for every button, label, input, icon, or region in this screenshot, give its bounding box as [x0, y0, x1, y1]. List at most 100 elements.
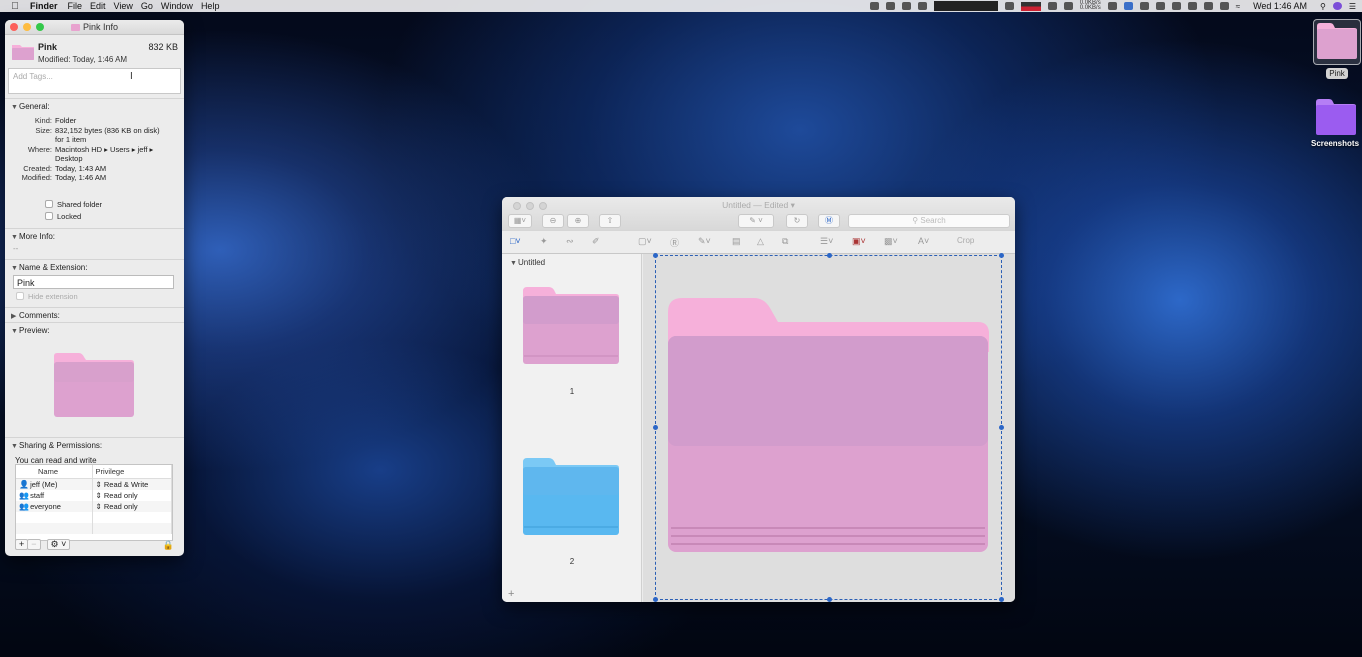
lock-icon[interactable]: 🔒: [163, 540, 174, 551]
disclosure-triangle-icon[interactable]: ▼: [11, 328, 19, 335]
sharing-header[interactable]: ▼Sharing & Permissions:: [11, 441, 176, 450]
menu-view[interactable]: View: [114, 1, 141, 11]
status-app-icon[interactable]: [1139, 2, 1149, 10]
status-app-icon[interactable]: [1047, 2, 1057, 10]
privilege-popup[interactable]: Read only: [104, 502, 138, 511]
disclosure-triangle-icon[interactable]: ▼: [11, 443, 19, 450]
sidebar-header[interactable]: ▼Untitled: [510, 258, 545, 267]
status-app-icon[interactable]: [917, 2, 927, 10]
sign-icon[interactable]: ✎˅: [698, 236, 711, 247]
menu-window[interactable]: Window: [161, 1, 201, 11]
resize-handle[interactable]: [653, 253, 658, 258]
sketch-icon[interactable]: ∾: [566, 236, 574, 247]
siri-icon[interactable]: [1332, 2, 1342, 10]
selection-tool-icon[interactable]: □˅: [510, 236, 521, 246]
bluetooth-icon[interactable]: [1203, 2, 1213, 10]
status-app-icon[interactable]: [1107, 2, 1117, 10]
desktop-icon-screenshots[interactable]: Screenshots: [1311, 98, 1359, 148]
sidebar-toggle-button[interactable]: ▦˅: [508, 214, 532, 228]
status-app-icon[interactable]: [901, 2, 911, 10]
privilege-popup[interactable]: Read & Write: [104, 480, 148, 489]
action-menu-button[interactable]: ⚙ ˅: [46, 539, 71, 550]
memory-graph-icon[interactable]: [1020, 1, 1041, 11]
status-app-icon[interactable]: [1123, 2, 1133, 10]
fill-color-icon[interactable]: ▩˅: [884, 236, 898, 247]
status-app-icon[interactable]: [1004, 2, 1014, 10]
cpu-graph-icon[interactable]: [933, 1, 998, 11]
network-speed[interactable]: 0.0KB/s 0.0KB/s: [1080, 0, 1101, 11]
general-header[interactable]: ▼General:: [11, 102, 176, 111]
name-field[interactable]: Pink: [13, 274, 174, 289]
status-app-icon[interactable]: [869, 2, 879, 10]
shared-folder-checkbox[interactable]: [45, 200, 53, 208]
column-header-name[interactable]: Name: [16, 465, 93, 479]
status-app-icon[interactable]: [1171, 2, 1181, 10]
disclosure-triangle-icon[interactable]: ▼: [11, 234, 19, 241]
wifi-icon[interactable]: ≈: [1236, 2, 1240, 11]
status-app-icon[interactable]: [885, 2, 895, 10]
status-app-icon[interactable]: [1063, 2, 1073, 10]
more-info-header[interactable]: ▼More Info:: [11, 232, 176, 241]
hide-extension-checkbox[interactable]: [16, 292, 24, 300]
apple-menu-icon[interactable]: : [0, 1, 30, 12]
spotlight-search-icon[interactable]: ⚲: [1320, 2, 1326, 11]
clock[interactable]: Wed 1:46 AM: [1253, 1, 1307, 11]
page-thumbnail-2[interactable]: [522, 457, 620, 537]
notification-center-icon[interactable]: ☰: [1349, 2, 1356, 11]
adjust-size-icon[interactable]: ⧉: [782, 236, 788, 247]
resize-handle[interactable]: [653, 425, 658, 430]
table-row[interactable]: 👥 everyone ⇕ Read only: [16, 501, 172, 512]
markup-toolbar-button[interactable]: Ⓜ: [818, 214, 840, 228]
preview-header[interactable]: ▼Preview:: [11, 326, 176, 335]
menu-help[interactable]: Help: [201, 1, 228, 11]
disclosure-triangle-icon[interactable]: ▼: [11, 265, 19, 272]
resize-handle[interactable]: [999, 425, 1004, 430]
resize-handle[interactable]: [999, 597, 1004, 602]
remove-user-button[interactable]: −: [27, 539, 41, 550]
disclosure-triangle-icon[interactable]: ▼: [11, 104, 19, 111]
resize-handle[interactable]: [827, 253, 832, 258]
image-canvas[interactable]: [643, 253, 1015, 602]
resize-handle[interactable]: [999, 253, 1004, 258]
info-titlebar[interactable]: Pink Info: [5, 20, 184, 35]
add-page-icon[interactable]: +: [508, 588, 514, 600]
comments-header[interactable]: ▶ Comments:: [11, 311, 176, 320]
menu-file[interactable]: File: [68, 1, 91, 11]
status-app-icon[interactable]: [1155, 2, 1165, 10]
share-button[interactable]: ⇧: [599, 214, 621, 228]
instant-alpha-icon[interactable]: ✦: [540, 236, 548, 247]
add-user-button[interactable]: +: [15, 539, 29, 550]
menu-edit[interactable]: Edit: [90, 1, 114, 11]
privilege-popup[interactable]: Read only: [104, 491, 138, 500]
shape-style-icon[interactable]: ☰˅: [820, 236, 833, 247]
window-title[interactable]: Untitled — Edited ▾: [502, 200, 1015, 211]
zoom-in-button[interactable]: ⊕: [567, 214, 589, 228]
resize-handle[interactable]: [827, 597, 832, 602]
airplay-icon[interactable]: [1219, 2, 1229, 10]
crop-button[interactable]: Crop: [957, 236, 974, 245]
rotate-button[interactable]: ↻: [786, 214, 808, 228]
locked-checkbox[interactable]: [45, 212, 53, 220]
search-input[interactable]: ⚲ Search: [848, 214, 1010, 228]
text-icon[interactable]: Ⓡ: [670, 236, 679, 249]
markup-pen-button[interactable]: ✎ ˅: [738, 214, 774, 228]
border-color-icon[interactable]: ▣˅: [852, 236, 866, 247]
draw-icon[interactable]: ✐: [592, 236, 600, 247]
table-row[interactable]: 👥 staff ⇕ Read only: [16, 490, 172, 501]
desktop-icon-pink[interactable]: Pink: [1313, 19, 1361, 79]
disclosure-triangle-icon[interactable]: ▼: [510, 260, 518, 267]
page-thumbnail-1[interactable]: [522, 286, 620, 366]
column-header-privilege[interactable]: Privilege: [92, 465, 172, 479]
name-extension-header[interactable]: ▼Name & Extension:: [11, 263, 176, 272]
resize-handle[interactable]: [653, 597, 658, 602]
zoom-out-button[interactable]: ⊖: [542, 214, 564, 228]
note-icon[interactable]: ▤: [732, 236, 741, 247]
tags-input[interactable]: Add Tags... I: [8, 68, 181, 94]
text-style-icon[interactable]: A˅: [918, 236, 929, 246]
adjust-color-icon[interactable]: △: [757, 236, 764, 247]
table-row[interactable]: 👤 jeff (Me) ⇕ Read & Write: [16, 478, 172, 490]
disclosure-triangle-icon[interactable]: ▶: [11, 312, 19, 320]
menu-go[interactable]: Go: [141, 1, 161, 11]
menu-app-finder[interactable]: Finder: [30, 1, 68, 11]
selection-rectangle[interactable]: [653, 253, 1004, 602]
